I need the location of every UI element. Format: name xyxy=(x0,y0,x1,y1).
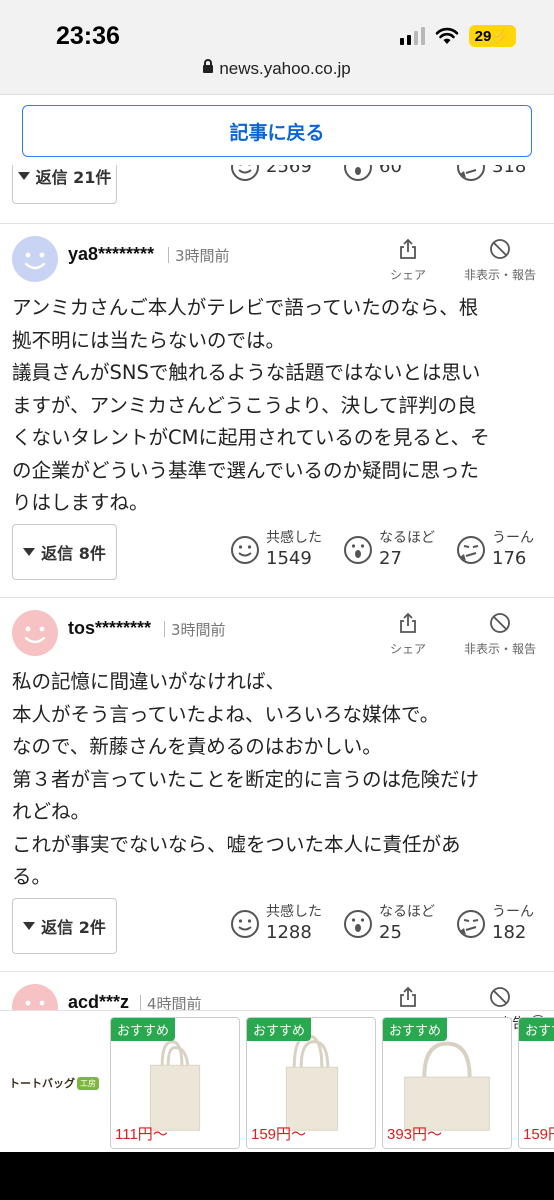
reaction-insightful-button[interactable]: なるほど 27 xyxy=(343,529,435,571)
share-icon xyxy=(400,238,416,259)
reaction-count: 1549 xyxy=(266,548,312,569)
reaction-count: 1288 xyxy=(266,922,312,943)
reaction-agree-button[interactable]: 共感した 1288 xyxy=(230,903,322,945)
comment-line: 拠不明には当たらないのでは。 xyxy=(12,328,286,352)
reaction-hmm-button[interactable]: うーん 182 xyxy=(456,903,534,945)
surprised-face-icon xyxy=(344,910,372,938)
reply-count-label: 返信 2件 xyxy=(41,918,106,937)
advertiser-logo-tag: 工房 xyxy=(77,1076,99,1090)
reaction-hmm-button[interactable]: うーん 176 xyxy=(456,529,534,571)
comment-line: 本人がそう言っていたよね、いろいろな媒体で。 xyxy=(12,702,440,726)
comment-line: くないタレントがCMに起用されているのを見ると、そ xyxy=(12,426,490,449)
share-label: シェア xyxy=(389,268,426,282)
hide-report-label: 非表示・報告 xyxy=(463,642,536,656)
cellular-signal-icon xyxy=(399,27,425,45)
ad-product-card[interactable]: おすすめ 111円〜 xyxy=(110,1017,240,1149)
recommended-badge: おすすめ xyxy=(111,1018,176,1041)
smile-face-icon xyxy=(231,536,259,564)
smile-face-icon xyxy=(231,910,259,938)
advertiser-logo-text: トートバッグ xyxy=(9,1077,75,1090)
comment-line: これが事実でないなら、嘘をついた本人に責任があ xyxy=(12,832,461,856)
reaction-label: うーん xyxy=(492,530,534,546)
back-to-article-bar: 記事に戻る xyxy=(0,95,554,165)
comment-line: れどね。 xyxy=(12,800,91,823)
reaction-label: 共感した xyxy=(266,530,322,546)
comment-line: の企業がどういう基準で選んでいるのか疑問に思った xyxy=(12,458,480,482)
recommended-badge: おすすめ xyxy=(519,1018,554,1041)
back-to-article-button[interactable]: 記事に戻る xyxy=(22,105,532,157)
reaction-label: うーん xyxy=(492,904,534,920)
reaction-count: 27 xyxy=(379,548,402,569)
ad-product-card[interactable]: おすすめ 393円〜 xyxy=(382,1017,512,1149)
comment-line: アンミカさんご本人がテレビで語っていたのなら、根 xyxy=(12,296,479,319)
caret-down-icon xyxy=(17,172,30,180)
reaction-label: なるほど xyxy=(379,904,435,920)
puzzled-face-icon xyxy=(457,536,485,564)
status-icons: 29⚡ xyxy=(399,25,516,47)
block-icon xyxy=(490,987,510,1007)
reaction-count: 25 xyxy=(379,922,402,943)
reaction-count: 182 xyxy=(492,922,527,943)
caret-down-icon xyxy=(23,922,36,930)
recommended-badge: おすすめ xyxy=(247,1018,312,1041)
reply-toggle-button[interactable]: 返信 2件 xyxy=(12,898,117,954)
surprised-face-icon xyxy=(344,536,372,564)
comment-username[interactable]: ya8******** xyxy=(68,244,154,265)
avatar[interactable] xyxy=(12,610,58,656)
battery-indicator: 29⚡ xyxy=(468,25,516,47)
ad-product-card[interactable]: おすすめ 159円 xyxy=(518,1017,554,1149)
comment-timestamp: 3時間前 xyxy=(164,619,226,640)
url-bar[interactable]: news.yahoo.co.jp xyxy=(0,58,554,79)
comment-card: ya8******** 3時間前 シェア 非表示・報告 アンミカさんご本人がテレ… xyxy=(0,223,554,598)
comment-username[interactable]: tos******** xyxy=(68,618,151,639)
reaction-count: 176 xyxy=(492,548,527,569)
browser-chrome: 23:36 29⚡ news.yahoo.co.jp xyxy=(0,0,554,95)
url-text: news.yahoo.co.jp xyxy=(219,59,351,78)
share-icon xyxy=(400,986,416,1007)
hide-report-label: 非表示・報告 xyxy=(463,268,536,282)
reply-count-label: 返信 8件 xyxy=(41,544,106,563)
lock-icon xyxy=(203,58,214,73)
bottom-black-bar xyxy=(0,1152,554,1200)
comment-card: tos******** 3時間前 シェア 非表示・報告 私の記憶に間違いがなけれ… xyxy=(0,597,554,972)
comment-line: ますが、アンミカさんどうこうより、決して評判の良 xyxy=(12,393,477,417)
caret-down-icon xyxy=(23,548,36,556)
comment-line: 第３者が言っていたことを断定的に言うのは危険だけ xyxy=(12,767,480,791)
comment-body: 私の記憶に間違いがなければ、 本人がそう言っていたよね、いろいろな媒体で。 なの… xyxy=(12,666,542,894)
comment-line: 議員さんがSNSで触れるような話題ではないとは思い xyxy=(12,361,481,384)
reaction-label: なるほど xyxy=(379,530,435,546)
comment-line: なので、新藤さんを責めるのはおかしい。 xyxy=(12,735,382,758)
ad-banner: 広告 i トートバッグ工房 おすすめ 111円〜 おすすめ 159円〜 おすすめ… xyxy=(0,1010,554,1152)
wifi-icon xyxy=(435,27,459,45)
ad-price: 393円〜 xyxy=(387,1126,443,1143)
ad-price: 159円 xyxy=(523,1126,554,1143)
recommended-badge: おすすめ xyxy=(383,1018,448,1041)
ad-price: 159円〜 xyxy=(251,1126,307,1143)
avatar[interactable] xyxy=(12,236,58,282)
block-icon xyxy=(490,613,510,633)
share-button[interactable]: シェア xyxy=(384,612,432,657)
reaction-insightful-button[interactable]: なるほど 25 xyxy=(343,903,435,945)
ad-product-card[interactable]: おすすめ 159円〜 xyxy=(246,1017,376,1149)
hide-report-button[interactable]: 非表示・報告 xyxy=(454,238,546,283)
comment-line: る。 xyxy=(12,865,52,888)
ad-price: 111円〜 xyxy=(115,1126,168,1143)
reply-count-label: 返信 21件 xyxy=(35,168,112,187)
reaction-agree-button[interactable]: 共感した 1549 xyxy=(230,529,322,571)
share-button[interactable]: シェア xyxy=(384,238,432,283)
reply-toggle-button[interactable]: 返信 8件 xyxy=(12,524,117,580)
reaction-label: 共感した xyxy=(266,904,322,920)
puzzled-face-icon xyxy=(457,910,485,938)
share-icon xyxy=(400,612,416,633)
comment-line: りはしますね。 xyxy=(12,491,149,514)
comment-timestamp: 3時間前 xyxy=(168,245,230,266)
comment-body: アンミカさんご本人がテレビで語っていたのなら、根 拠不明には当たらないのでは。 … xyxy=(12,292,542,520)
comment-line: 私の記憶に間違いがなければ、 xyxy=(12,670,286,693)
status-time: 23:36 xyxy=(56,22,120,50)
battery-level: 29 xyxy=(474,28,492,45)
block-icon xyxy=(490,239,510,259)
hide-report-button[interactable]: 非表示・報告 xyxy=(454,612,546,657)
advertiser-logo[interactable]: トートバッグ 工房 xyxy=(4,1069,104,1097)
share-label: シェア xyxy=(389,642,426,656)
